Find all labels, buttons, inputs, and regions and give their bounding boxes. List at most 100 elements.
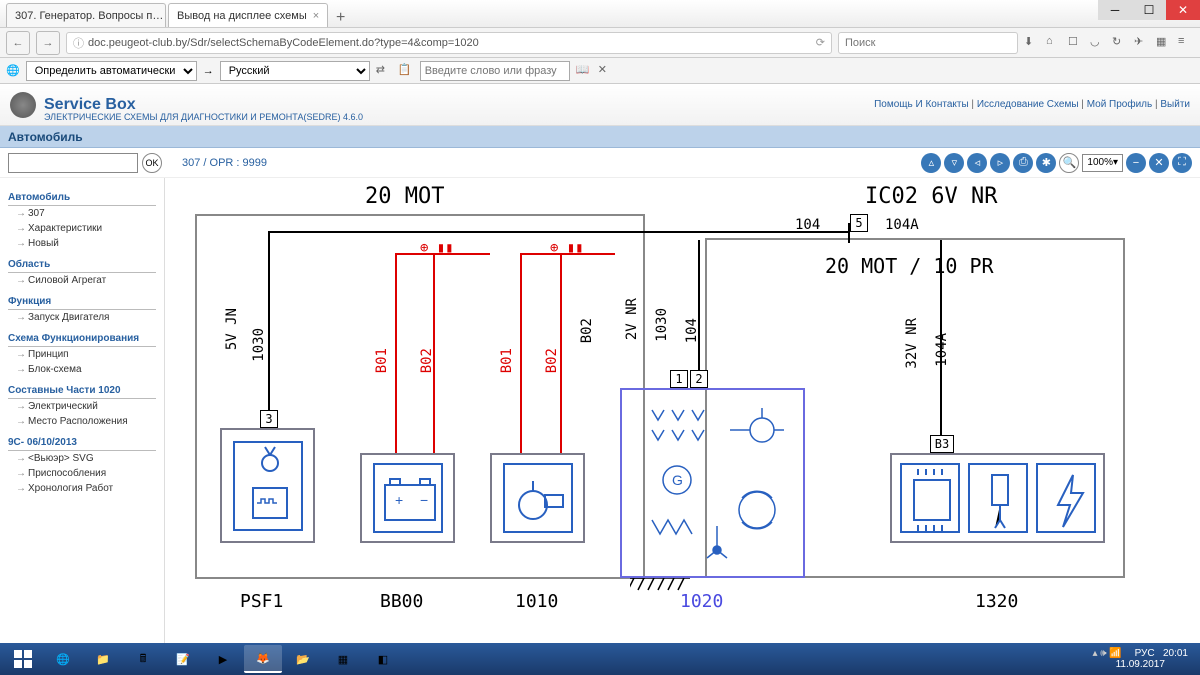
sync-icon[interactable]: ↻ [1112, 35, 1128, 51]
calc-icon[interactable]: 🖩 [124, 645, 162, 673]
sidebar-item[interactable]: Силовой Агрегат [8, 273, 156, 288]
notes-icon[interactable]: 📝 [164, 645, 202, 673]
home-icon[interactable]: ⌂ [1046, 35, 1062, 51]
link-help[interactable]: Помощь И Контакты [874, 99, 969, 110]
label-1010: 1010 [515, 593, 558, 611]
plus-icon: ⊕ ▮▮ [420, 240, 454, 256]
share-icon[interactable]: ✈ [1134, 35, 1150, 51]
swap-icon[interactable]: ⇄ [376, 63, 392, 79]
nav-right-button[interactable]: ▹ [990, 153, 1010, 173]
nav-left-button[interactable]: ◃ [967, 153, 987, 173]
nav-up-button[interactable]: ▵ [921, 153, 941, 173]
ie-icon[interactable]: 🌐 [44, 645, 82, 673]
url-input[interactable]: ⓘdoc.peugeot-club.by/Sdr/selectSchemaByC… [66, 32, 832, 54]
sidebar-group: Автомобиль [8, 192, 156, 206]
bookmark-icon[interactable]: ☐ [1068, 35, 1084, 51]
folder-icon[interactable]: 📂 [284, 645, 322, 673]
totalcmd-icon[interactable]: ▦ [324, 645, 362, 673]
top-links: Помощь И Контакты | Исследование Схемы |… [874, 99, 1190, 110]
sidebar-item[interactable]: Приспособления [8, 466, 156, 481]
copy-icon[interactable]: 📋 [398, 63, 414, 79]
new-tab-button[interactable]: + [330, 9, 351, 27]
zoom-level[interactable]: 100% ▾ [1082, 154, 1123, 172]
wire-b02: B02 [420, 348, 434, 373]
browser-tabbar: 307. Генератор. Вопросы п…× Вывод на дис… [0, 0, 1200, 28]
pocket-icon[interactable]: ◡ [1090, 35, 1106, 51]
clear-icon[interactable]: ✕ [598, 63, 614, 79]
component-1010[interactable] [490, 453, 585, 543]
close-icon[interactable]: × [313, 10, 319, 22]
tray-clock[interactable]: ▴ 🕪 📶 РУС 20:0111.09.2017 [1084, 648, 1196, 670]
download-icon[interactable]: ⬇ [1024, 35, 1040, 51]
wire-32v-nr: 32V NR [905, 318, 919, 369]
wire-red [520, 253, 522, 453]
translate-icon: 🌐 [6, 64, 20, 77]
link-research[interactable]: Исследование Схемы [977, 99, 1079, 110]
wire-2v-nr: 2V NR [625, 298, 639, 340]
wire-b02c: B02 [580, 318, 594, 343]
sidebar: Автомобиль 307 Характеристики Новый Обла… [0, 178, 165, 643]
addon-icon[interactable]: ▦ [1156, 35, 1172, 51]
fullscreen-button[interactable]: ⛶ [1172, 153, 1192, 173]
sidebar-item[interactable]: Принцип [8, 347, 156, 362]
vehicle-input[interactable] [8, 153, 138, 173]
app-icon[interactable]: ◧ [364, 645, 402, 673]
firefox-icon[interactable]: 🦊 [244, 645, 282, 673]
sidebar-group: Схема Функционирования [8, 333, 156, 347]
sidebar-item[interactable]: Хронология Работ [8, 481, 156, 496]
media-icon[interactable]: ▶ [204, 645, 242, 673]
wire [940, 240, 942, 435]
search-input[interactable] [838, 32, 1018, 54]
sidebar-item[interactable]: <Вьюэр> SVG [8, 451, 156, 466]
pin-1: 1 [670, 370, 688, 388]
translate-input[interactable] [420, 61, 570, 81]
pin-3: 3 [260, 410, 278, 428]
brand-title: Service Box [44, 96, 136, 114]
sidebar-item[interactable]: Электрический [8, 399, 156, 414]
wire [268, 231, 848, 233]
maximize-button[interactable]: ☐ [1132, 0, 1166, 20]
menu-icon[interactable]: ≡ [1178, 35, 1194, 51]
explorer-icon[interactable]: 📁 [84, 645, 122, 673]
sidebar-item[interactable]: Запуск Двигателя [8, 310, 156, 325]
component-bb00[interactable]: +− [360, 453, 455, 543]
translate-bar: 🌐 Определить автоматически → Русский ⇄ 📋… [0, 58, 1200, 84]
dict-icon[interactable]: 📖 [576, 63, 592, 79]
zoom-fit-button[interactable]: 🔍 [1059, 153, 1079, 173]
component-psf1[interactable] [220, 428, 315, 543]
sidebar-item[interactable]: 307 [8, 206, 156, 221]
zoom-reset-button[interactable]: ✕ [1149, 153, 1169, 173]
ok-button[interactable]: OK [142, 153, 162, 173]
wire-red [395, 253, 397, 453]
link-logout[interactable]: Выйти [1160, 99, 1190, 110]
settings-button[interactable]: ✱ [1036, 153, 1056, 173]
target-lang-select[interactable]: Русский [220, 61, 370, 81]
sidebar-item[interactable]: Место Расположения [8, 414, 156, 429]
sidebar-item[interactable]: Характеристики [8, 221, 156, 236]
junction-5: 5 [850, 214, 868, 232]
brand-subtitle: ЭЛЕКТРИЧЕСКИЕ СХЕМЫ ДЛЯ ДИАГНОСТИКИ И РЕ… [44, 112, 363, 122]
detect-lang-select[interactable]: Определить автоматически [26, 61, 197, 81]
start-button[interactable] [4, 645, 42, 673]
diagram-title-left: 20 MOT [365, 186, 444, 208]
diagram-canvas[interactable]: 20 MOT IC02 6V NR 104 104A 5 20 MOT / 10… [165, 178, 1200, 643]
print-button[interactable]: ⎙ [1013, 153, 1033, 173]
wire-b01: B01 [375, 348, 389, 373]
zoom-out-button[interactable]: − [1126, 153, 1146, 173]
back-button[interactable]: ← [6, 31, 30, 55]
nav-down-button[interactable]: ▿ [944, 153, 964, 173]
wire-104: 104 [685, 318, 699, 343]
forward-button[interactable]: → [36, 31, 60, 55]
sidebar-item[interactable]: Блок-схема [8, 362, 156, 377]
wire-red [433, 253, 435, 453]
close-button[interactable]: ✕ [1166, 0, 1200, 20]
link-profile[interactable]: Мой Профиль [1087, 99, 1153, 110]
minimize-button[interactable]: ─ [1098, 0, 1132, 20]
sidebar-group: Область [8, 259, 156, 273]
tab-0[interactable]: 307. Генератор. Вопросы п…× [6, 3, 166, 27]
component-1020[interactable]: G [620, 388, 805, 578]
component-1320[interactable] [890, 453, 1105, 543]
tab-1[interactable]: Вывод на дисплее схемы× [168, 3, 328, 27]
sidebar-item[interactable]: Новый [8, 236, 156, 251]
pin-b3: B3 [930, 435, 954, 453]
